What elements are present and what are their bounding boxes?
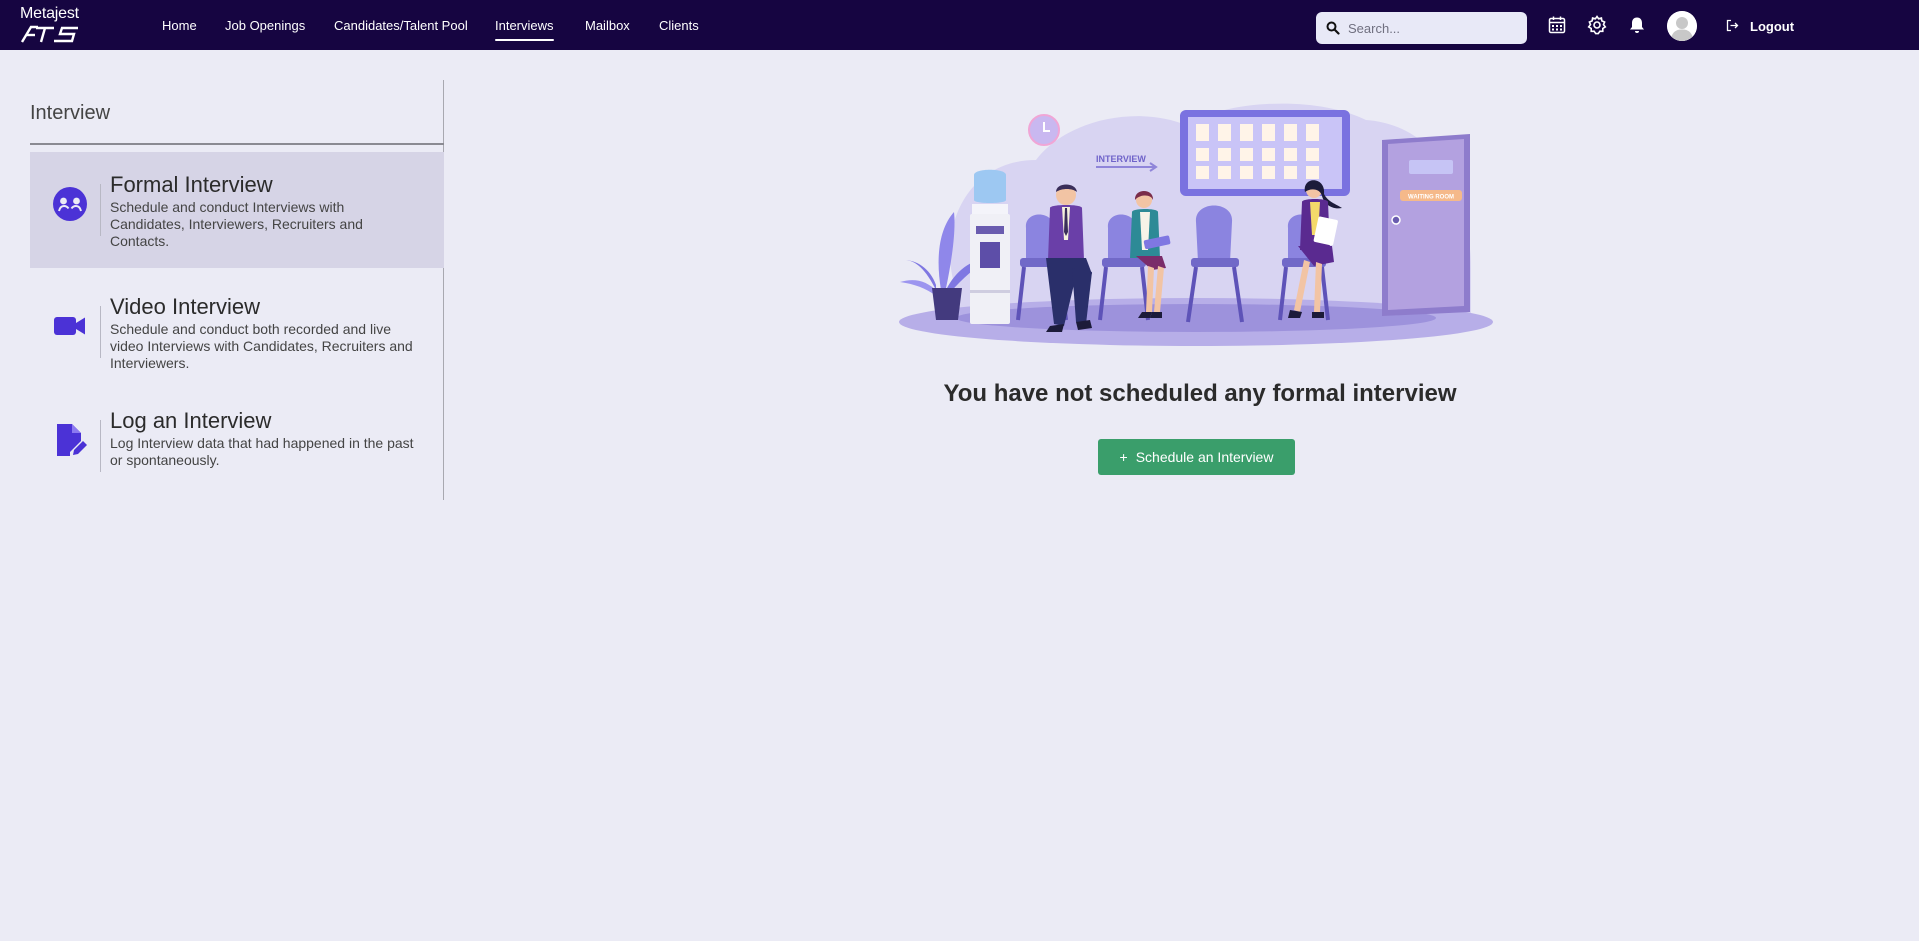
log-interview-description: Log Interview data that had happened in … bbox=[110, 435, 414, 468]
schedule-interview-button[interactable]: + Schedule an Interview bbox=[1098, 439, 1295, 475]
nav-candidates-talent-pool[interactable]: Candidates/Talent Pool bbox=[334, 18, 468, 33]
formal-interview-option[interactable]: Formal Interview Schedule and conduct In… bbox=[30, 152, 444, 268]
video-interview-option[interactable]: Video Interview Schedule and conduct bot… bbox=[30, 274, 444, 390]
waiting-room-illustration: INTERVIEW WAITING ROOM bbox=[899, 103, 1493, 346]
logout-icon bbox=[1726, 19, 1739, 32]
brand-logo[interactable]: Metajest bbox=[20, 5, 79, 43]
avatar[interactable] bbox=[1667, 11, 1697, 41]
nav-clients[interactable]: Clients bbox=[659, 18, 699, 33]
logout-button[interactable]: Logout bbox=[1726, 19, 1794, 34]
top-navbar: Metajest Home Job Openings Candidates/Ta… bbox=[0, 0, 1919, 50]
panel-divider bbox=[30, 143, 444, 145]
search-icon bbox=[1326, 21, 1340, 35]
video-interview-description: Schedule and conduct both recorded and l… bbox=[110, 321, 413, 371]
waiting-room-sign-text: WAITING ROOM bbox=[1408, 195, 1454, 201]
log-interview-title: Log an Interview bbox=[110, 408, 272, 433]
brand-name: Metajest bbox=[20, 5, 79, 22]
plus-icon: + bbox=[1119, 449, 1128, 465]
item-divider bbox=[100, 306, 101, 358]
logout-label: Logout bbox=[1750, 19, 1795, 34]
item-divider bbox=[100, 420, 101, 472]
user-group-icon bbox=[53, 187, 87, 221]
nav-job-openings[interactable]: Job Openings bbox=[225, 18, 305, 33]
panel-heading: Interview bbox=[30, 102, 111, 124]
nav-home[interactable]: Home bbox=[162, 18, 197, 33]
item-divider bbox=[100, 184, 101, 236]
brand-ats-logo bbox=[20, 25, 78, 43]
user-avatar-icon bbox=[1667, 11, 1697, 41]
formal-interview-description: Schedule and conduct Interviews with Can… bbox=[110, 199, 363, 249]
video-camera-icon bbox=[54, 317, 85, 335]
schedule-interview-label: Schedule an Interview bbox=[1135, 449, 1274, 465]
nav-interviews[interactable]: Interviews bbox=[495, 18, 554, 41]
nav-mailbox[interactable]: Mailbox bbox=[585, 18, 630, 33]
calendar-icon[interactable] bbox=[1547, 15, 1567, 35]
gear-icon[interactable] bbox=[1587, 15, 1607, 35]
search-box bbox=[1316, 12, 1527, 44]
log-interview-option[interactable]: Log an Interview Log Interview data that… bbox=[30, 396, 444, 496]
empty-state-message: You have not scheduled any formal interv… bbox=[943, 380, 1457, 407]
file-edit-icon bbox=[57, 424, 87, 456]
bell-icon[interactable] bbox=[1627, 15, 1647, 35]
video-interview-title: Video Interview bbox=[110, 294, 261, 319]
formal-interview-title: Formal Interview bbox=[110, 172, 273, 197]
search-input[interactable] bbox=[1348, 12, 1520, 44]
interview-type-panel: Interview Formal Interview Schedule and … bbox=[30, 80, 444, 500]
interview-sign-text: INTERVIEW bbox=[1096, 154, 1146, 164]
